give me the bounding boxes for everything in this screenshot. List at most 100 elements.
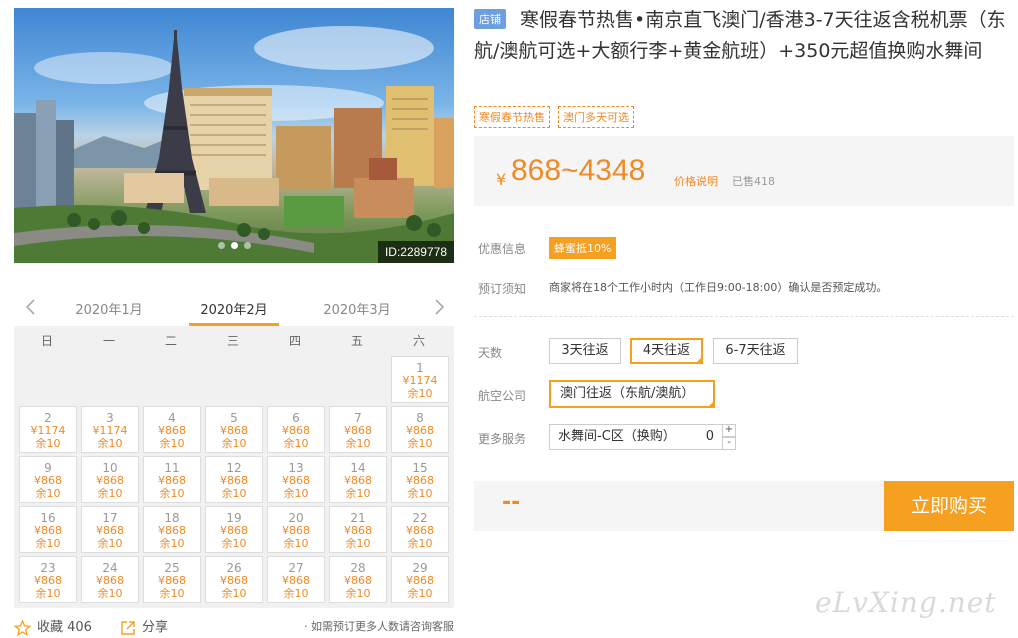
calendar-day-cell[interactable]: 16 ¥868 余10 xyxy=(19,506,77,553)
product-tag: 澳门多天可选 xyxy=(558,106,634,128)
calendar-day-cell[interactable]: 29 ¥868 余10 xyxy=(391,556,449,603)
price-explain-link[interactable]: 价格说明 xyxy=(674,173,718,189)
calendar-day-cell[interactable]: 21 ¥868 余10 xyxy=(329,506,387,553)
calendar-day-cell[interactable]: 8 ¥868 余10 xyxy=(391,406,449,453)
calendar-day-stock: 余10 xyxy=(407,537,433,550)
sold-count: 已售418 xyxy=(732,175,775,188)
store-badge[interactable]: 店铺 xyxy=(474,9,506,29)
calendar-day-cell[interactable]: 11 ¥868 余10 xyxy=(143,456,201,503)
calendar-day-cell[interactable]: 28 ¥868 余10 xyxy=(329,556,387,603)
calendar-day-number: 28 xyxy=(350,561,366,575)
calendar-day-number: 17 xyxy=(102,511,118,525)
calendar-day-cell[interactable]: 20 ¥868 余10 xyxy=(267,506,325,553)
airline-label: 航空公司 xyxy=(478,389,527,403)
calendar-day-number: 22 xyxy=(412,511,428,525)
airline-option-selected[interactable]: 澳门往返（东航/澳航） xyxy=(549,380,715,408)
calendar-day-stock: 余10 xyxy=(221,487,247,500)
calendar-day-number: 7 xyxy=(354,411,362,425)
calendar-day-stock: 余10 xyxy=(283,487,309,500)
calendar-day-cell[interactable]: 17 ¥868 余10 xyxy=(81,506,139,553)
calendar-day-cell[interactable]: 26 ¥868 余10 xyxy=(205,556,263,603)
share-icon xyxy=(121,620,135,635)
price-panel: ¥ 868~4348 价格说明 已售418 xyxy=(474,136,1014,206)
increment-button[interactable]: + xyxy=(722,424,736,437)
calendar-day-cell[interactable]: 12 ¥868 余10 xyxy=(205,456,263,503)
calendar-day-price: ¥868 xyxy=(344,474,372,487)
calendar-day-number: 4 xyxy=(168,411,176,425)
share-label: 分享 xyxy=(142,620,169,635)
calendar-day-stock: 余10 xyxy=(159,437,185,450)
calendar-day-number: 13 xyxy=(288,461,304,475)
calendar-day-cell[interactable]: 7 ¥868 余10 xyxy=(329,406,387,453)
weekday-label: 一 xyxy=(102,334,115,348)
calendar-day-price: ¥868 xyxy=(220,524,248,537)
star-icon xyxy=(14,619,31,636)
calendar-day-cell[interactable]: 4 ¥868 余10 xyxy=(143,406,201,453)
calendar-day-number: 25 xyxy=(164,561,180,575)
calendar-day-cell[interactable]: 9 ¥868 余10 xyxy=(19,456,77,503)
calendar-day-number: 5 xyxy=(230,411,238,425)
buy-now-button[interactable]: 立即购买 xyxy=(884,481,1014,531)
month-tab-active[interactable]: 2020年2月 xyxy=(189,299,279,318)
product-hero-image[interactable]: ID:2289778 xyxy=(14,8,454,263)
calendar-day-cell[interactable]: 23 ¥868 余10 xyxy=(19,556,77,603)
carousel-dot[interactable] xyxy=(243,242,251,249)
calendar-day-cell[interactable]: 18 ¥868 余10 xyxy=(143,506,201,553)
calendar-day-number: 20 xyxy=(288,511,304,525)
carousel-dot-active[interactable] xyxy=(230,242,238,249)
days-option-3[interactable]: 3天往返 xyxy=(549,338,621,364)
calendar-month-nav: 2020年1月 2020年2月 2020年3月 xyxy=(14,290,454,326)
calendar-day-cell[interactable]: 2 ¥1174 余10 xyxy=(19,406,77,453)
calendar-day-stock: 余10 xyxy=(283,537,309,550)
calendar-day-cell[interactable]: 10 ¥868 余10 xyxy=(81,456,139,503)
decrement-button[interactable]: - xyxy=(722,437,736,450)
favorite-button[interactable]: 收藏 406 xyxy=(14,616,92,636)
calendar-day-stock: 余10 xyxy=(283,587,309,600)
calendar-day-stock: 余10 xyxy=(97,537,123,550)
price-calendar: 日 一 二 三 四 五 六 1 ¥1174 余10 2 ¥1174 余10 3 ¥1174 余1… xyxy=(14,326,454,608)
calendar-day-number: 11 xyxy=(164,461,180,475)
month-tab-prev[interactable]: 2020年1月 xyxy=(64,299,154,318)
calendar-day-stock: 余10 xyxy=(35,587,61,600)
calendar-day-cell[interactable]: 1 ¥1174 余10 xyxy=(391,356,449,403)
weekday-label: 三 xyxy=(226,334,239,348)
chevron-left-icon[interactable] xyxy=(24,298,38,316)
notice-text: 商家将在18个工作小时内（工作日9:00-18:00）确认是否预定成功。 xyxy=(549,281,888,294)
notice-label: 预订须知 xyxy=(478,282,527,296)
calendar-day-cell[interactable]: 15 ¥868 余10 xyxy=(391,456,449,503)
calendar-day-cell[interactable]: 22 ¥868 余10 xyxy=(391,506,449,553)
consult-hint[interactable]: · 如需预订更多人数请咨询客服 xyxy=(304,618,454,634)
calendar-day-cell[interactable]: 27 ¥868 余10 xyxy=(267,556,325,603)
calendar-day-cell[interactable]: 25 ¥868 余10 xyxy=(143,556,201,603)
calendar-day-price: ¥868 xyxy=(282,424,310,437)
days-option-4-selected[interactable]: 4天往返 xyxy=(630,338,703,364)
service-quantity[interactable]: 0 xyxy=(706,425,714,449)
section-divider xyxy=(474,316,1014,317)
calendar-day-price: ¥868 xyxy=(34,524,62,537)
calendar-day-price: ¥868 xyxy=(344,574,372,587)
share-button[interactable]: 分享 xyxy=(120,616,168,636)
carousel-dot[interactable] xyxy=(217,242,225,249)
calendar-day-price: ¥1174 xyxy=(30,424,66,437)
action-bar: 收藏 406 分享 · 如需预订更多人数请咨询客服 xyxy=(14,614,454,636)
calendar-day-stock: 余10 xyxy=(97,437,123,450)
month-tab-next[interactable]: 2020年3月 xyxy=(312,299,402,318)
calendar-day-cell[interactable]: 14 ¥868 余10 xyxy=(329,456,387,503)
calendar-day-number: 16 xyxy=(40,511,56,525)
calendar-day-cell[interactable]: 3 ¥1174 余10 xyxy=(81,406,139,453)
calendar-day-price: ¥1174 xyxy=(92,424,128,437)
calendar-day-cell[interactable]: 24 ¥868 余10 xyxy=(81,556,139,603)
calendar-day-cell[interactable]: 19 ¥868 余10 xyxy=(205,506,263,553)
chevron-right-icon[interactable] xyxy=(432,298,446,316)
calendar-day-cell[interactable]: 5 ¥868 余10 xyxy=(205,406,263,453)
total-price: -- xyxy=(502,490,521,515)
calendar-day-price: ¥868 xyxy=(220,474,248,487)
calendar-day-cell[interactable]: 13 ¥868 余10 xyxy=(267,456,325,503)
calendar-day-price: ¥868 xyxy=(282,474,310,487)
calendar-day-cell[interactable]: 6 ¥868 余10 xyxy=(267,406,325,453)
calendar-day-number: 23 xyxy=(40,561,56,575)
days-option-6-7[interactable]: 6-7天往返 xyxy=(713,338,798,364)
calendar-day-price: ¥868 xyxy=(34,474,62,487)
days-label: 天数 xyxy=(478,346,503,360)
calendar-day-price: ¥868 xyxy=(158,574,186,587)
